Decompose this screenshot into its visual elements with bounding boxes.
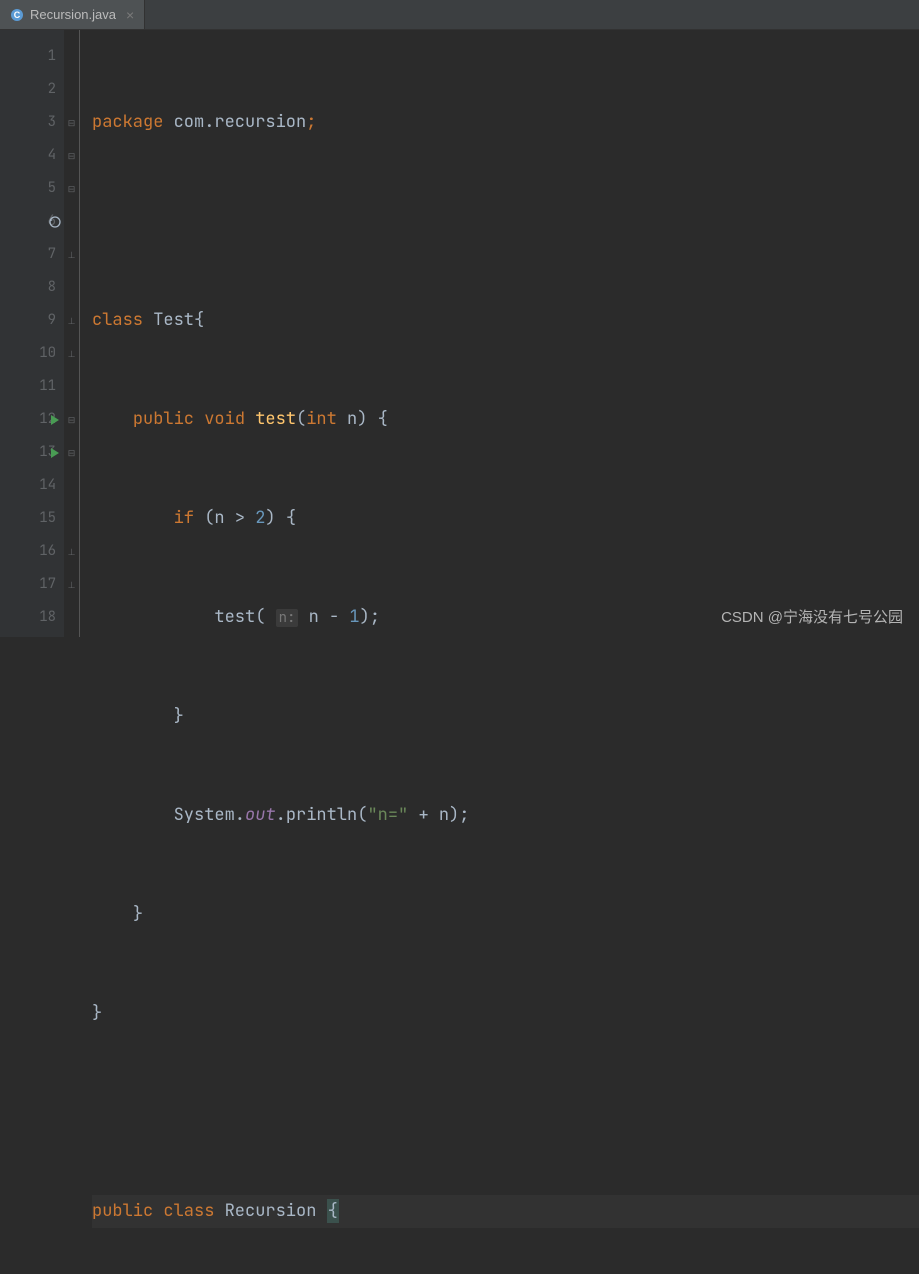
fold-handle[interactable]: ⊥ (64, 535, 79, 568)
line-number[interactable]: 8 (0, 271, 56, 304)
fold-handle (64, 502, 79, 535)
fold-handle (64, 370, 79, 403)
svg-text:C: C (14, 10, 21, 20)
code-line[interactable]: public void test(int n) { (92, 403, 919, 436)
fold-handle (64, 205, 79, 238)
line-number[interactable]: 16 (0, 535, 56, 568)
line-number-gutter[interactable]: 1 2 3 4 5 6 7 8 9 10 11 12 13 14 15 16 1… (0, 30, 64, 637)
code-line[interactable] (92, 1096, 919, 1129)
line-number[interactable]: 13 (0, 436, 56, 469)
fold-handle (64, 40, 79, 73)
line-number[interactable]: 10 (0, 337, 56, 370)
fold-handle[interactable]: ⊥ (64, 304, 79, 337)
editor-area: 1 2 3 4 5 6 7 8 9 10 11 12 13 14 15 16 1… (0, 30, 919, 637)
code-line[interactable]: } (92, 898, 919, 931)
code-line[interactable]: class Test{ (92, 304, 919, 337)
line-number[interactable]: 11 (0, 370, 56, 403)
fold-handle[interactable]: ⊥ (64, 238, 79, 271)
code-line[interactable]: public class Recursion { (92, 1195, 919, 1228)
line-number[interactable]: 14 (0, 469, 56, 502)
tab-filename: Recursion.java (30, 7, 116, 22)
close-icon[interactable]: × (126, 7, 134, 23)
line-number[interactable]: 2 (0, 73, 56, 106)
code-editor[interactable]: package com.recursion; class Test{ publi… (80, 30, 919, 637)
fold-handle (64, 469, 79, 502)
java-class-icon: C (10, 8, 24, 22)
run-icon[interactable] (48, 413, 62, 427)
code-line[interactable]: } (92, 700, 919, 733)
fold-handle[interactable]: ⊥ (64, 568, 79, 601)
fold-handle (64, 73, 79, 106)
code-line[interactable]: if (n > 2) { (92, 502, 919, 535)
line-number[interactable]: 6 (0, 205, 56, 238)
fold-gutter: ⊟ ⊟ ⊟ ⊥ ⊥ ⊥ ⊟ ⊟ ⊥ ⊥ (64, 30, 80, 637)
code-line[interactable]: } (92, 997, 919, 1030)
fold-handle (64, 601, 79, 634)
line-number[interactable]: 7 (0, 238, 56, 271)
code-line[interactable]: package com.recursion; (92, 106, 919, 139)
line-number[interactable]: 3 (0, 106, 56, 139)
line-number[interactable]: 9 (0, 304, 56, 337)
line-number[interactable]: 5 (0, 172, 56, 205)
editor-tabs: C Recursion.java × (0, 0, 919, 30)
line-number[interactable]: 12 (0, 403, 56, 436)
fold-handle[interactable]: ⊟ (64, 139, 79, 172)
parameter-hint: n: (276, 609, 299, 627)
line-number[interactable]: 4 (0, 139, 56, 172)
code-line[interactable]: System.out.println("n=" + n); (92, 799, 919, 832)
code-line[interactable] (92, 205, 919, 238)
line-number[interactable]: 17 (0, 568, 56, 601)
line-number[interactable]: 15 (0, 502, 56, 535)
run-icon[interactable] (48, 446, 62, 460)
fold-handle[interactable]: ⊟ (64, 172, 79, 205)
fold-handle[interactable]: ⊟ (64, 106, 79, 139)
fold-handle[interactable]: ⊥ (64, 337, 79, 370)
fold-handle[interactable]: ⊟ (64, 436, 79, 469)
line-number[interactable]: 1 (0, 40, 56, 73)
file-tab[interactable]: C Recursion.java × (0, 0, 145, 29)
watermark: CSDN @宁海没有七号公园 (721, 606, 903, 627)
fold-handle[interactable]: ⊟ (64, 403, 79, 436)
recursion-icon[interactable] (48, 215, 62, 229)
line-number[interactable]: 18 (0, 601, 56, 634)
fold-handle (64, 271, 79, 304)
